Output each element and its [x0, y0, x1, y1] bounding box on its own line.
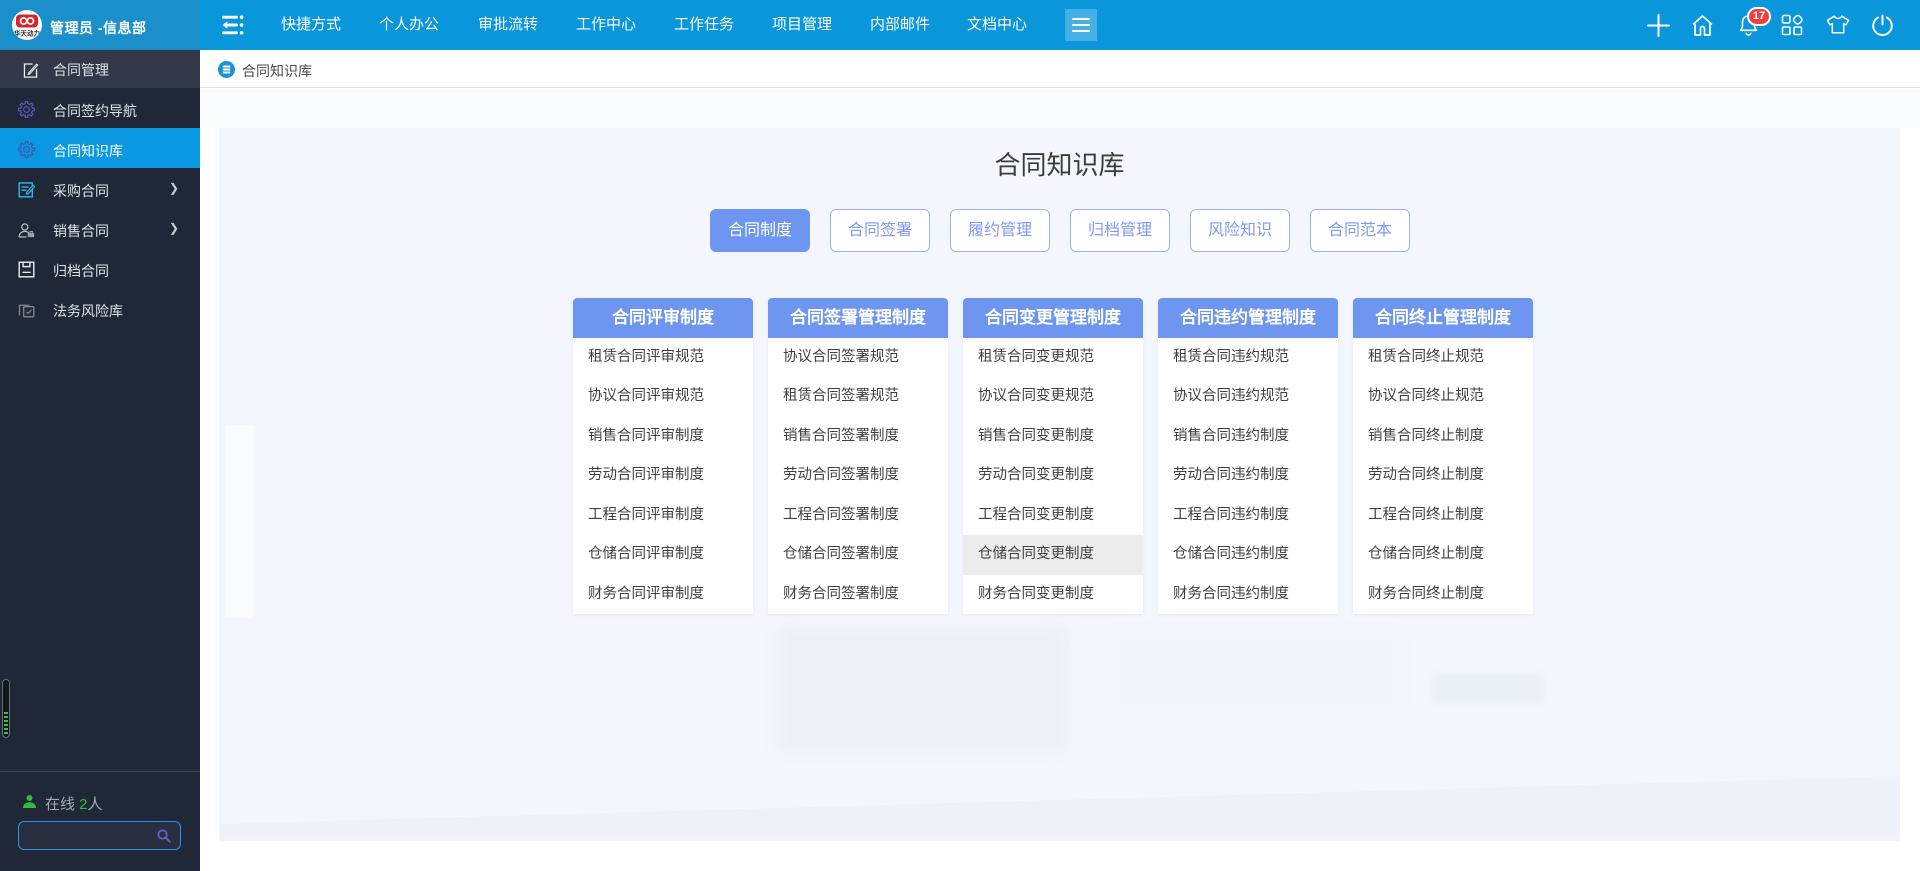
svg-text:华天动力: 华天动力	[14, 29, 41, 38]
